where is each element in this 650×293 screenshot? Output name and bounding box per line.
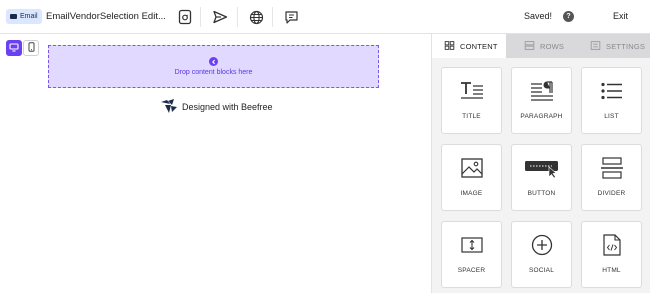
- social-icon: [512, 232, 571, 258]
- block-button[interactable]: BUTTON: [511, 144, 572, 211]
- block-label: IMAGE: [460, 190, 483, 197]
- block-label: HTML: [602, 267, 621, 274]
- toolbar-divider: [237, 7, 238, 27]
- drop-zone[interactable]: Drop content blocks here: [48, 45, 379, 88]
- email-badge: Email: [6, 9, 42, 24]
- settings-icon: [590, 40, 601, 52]
- tab-rows[interactable]: ROWS: [506, 34, 578, 58]
- block-paragraph[interactable]: PARAGRAPH: [511, 67, 572, 134]
- block-label: PARAGRAPH: [520, 113, 563, 120]
- button-icon: [512, 155, 571, 181]
- tab-rows-label: ROWS: [540, 41, 565, 51]
- block-divider[interactable]: DIVIDER: [581, 144, 642, 211]
- comment-icon[interactable]: [282, 8, 300, 26]
- globe-icon[interactable]: [247, 8, 265, 26]
- send-icon[interactable]: [211, 8, 229, 26]
- spacer-icon: [442, 232, 501, 258]
- exit-button[interactable]: Exit: [613, 11, 628, 21]
- block-label: SOCIAL: [528, 267, 555, 274]
- toolbar-divider: [272, 7, 273, 27]
- template-icon[interactable]: [176, 8, 194, 26]
- side-panel: CONTENT ROWS SETTINGS TITLE PARAGRAPH LI…: [431, 34, 650, 293]
- envelope-icon: [10, 14, 17, 19]
- saved-status: Saved!: [524, 11, 553, 21]
- title-icon: [442, 78, 501, 104]
- block-label: LIST: [604, 113, 619, 120]
- tab-settings-label: SETTINGS: [606, 41, 646, 51]
- block-list[interactable]: LIST: [581, 67, 642, 134]
- block-social[interactable]: SOCIAL: [511, 221, 572, 288]
- tab-settings[interactable]: SETTINGS: [578, 34, 650, 58]
- email-badge-label: Email: [20, 13, 38, 20]
- html-icon: [582, 232, 641, 258]
- rows-icon: [524, 40, 535, 52]
- grid-icon: [444, 40, 455, 52]
- desktop-icon: [9, 39, 19, 57]
- list-icon: [582, 78, 641, 104]
- block-label: TITLE: [462, 113, 481, 120]
- mobile-icon: [28, 39, 35, 57]
- block-html[interactable]: HTML: [581, 221, 642, 288]
- tab-content-label: CONTENT: [460, 41, 498, 51]
- panel-tabs: CONTENT ROWS SETTINGS: [432, 34, 650, 58]
- top-bar: Email EmailVendorSelection Edit... Saved…: [0, 0, 650, 34]
- mobile-preview-button[interactable]: [23, 40, 39, 56]
- drop-zone-text: Drop content blocks here: [174, 69, 253, 76]
- block-label: SPACER: [457, 267, 486, 274]
- help-icon[interactable]: ?: [563, 11, 574, 22]
- block-label: BUTTON: [527, 190, 556, 197]
- tab-content[interactable]: CONTENT: [432, 34, 506, 58]
- beefree-logo-icon: [160, 98, 178, 116]
- block-title[interactable]: TITLE: [441, 67, 502, 134]
- beefree-branding[interactable]: Designed with Beefree: [160, 98, 273, 116]
- block-label: DIVIDER: [597, 190, 626, 197]
- block-image[interactable]: IMAGE: [441, 144, 502, 211]
- branding-text: Designed with Beefree: [182, 102, 273, 112]
- document-title[interactable]: EmailVendorSelection Edit...: [46, 11, 166, 22]
- drop-indicator-icon: [209, 57, 218, 66]
- paragraph-icon: [512, 78, 571, 104]
- image-icon: [442, 155, 501, 181]
- toolbar-divider: [200, 7, 201, 27]
- desktop-preview-button[interactable]: [6, 40, 22, 56]
- divider-icon: [582, 155, 641, 181]
- block-spacer[interactable]: SPACER: [441, 221, 502, 288]
